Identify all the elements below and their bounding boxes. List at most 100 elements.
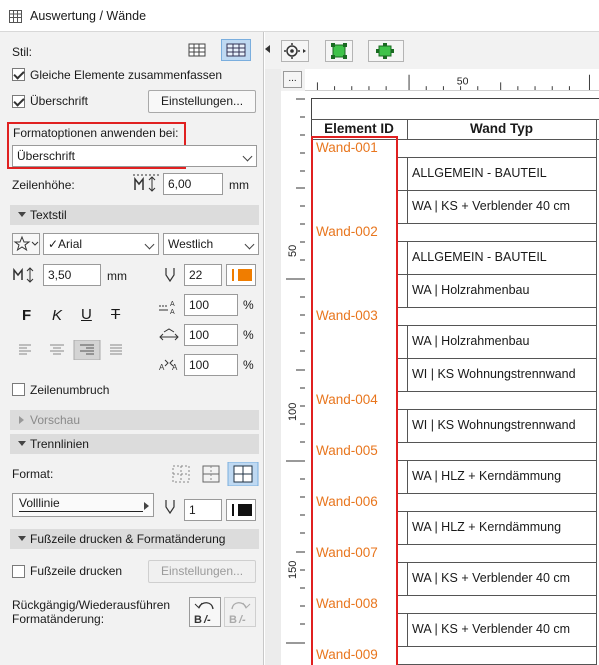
vorschau-section-header[interactable]: Vorschau (10, 410, 259, 430)
chevron-down-icon (244, 239, 255, 250)
trennlinien-section-label: Trennlinien (30, 437, 89, 451)
gleiche-elemente-checkbox[interactable] (12, 68, 25, 81)
pen-icon (165, 500, 175, 515)
undo-format-button[interactable]: B /- (189, 597, 221, 627)
title-bar: Auswertung / Wände (0, 0, 599, 32)
align-left-icon (19, 344, 31, 355)
column-header-wand-typ: Wand Typ (470, 121, 533, 136)
wand-typ-cell: WA | Holzrahmenbau (412, 283, 530, 297)
options-gear-button[interactable] (281, 40, 309, 62)
favorites-button[interactable] (12, 233, 40, 255)
wand-typ-cell: WA | HLZ + Kerndämmung (412, 520, 562, 534)
percent-label: % (243, 298, 254, 312)
collapse-panel-arrow-icon[interactable] (265, 45, 270, 53)
script-value: Westlich (168, 237, 214, 251)
wand-typ-cell: WA | Holzrahmenbau (412, 334, 530, 348)
grid-line (407, 358, 408, 391)
all-lines-icon (233, 465, 253, 483)
select-element-button[interactable] (325, 40, 353, 62)
grid-line (398, 157, 596, 158)
line-spacing-input[interactable]: 100 (184, 294, 238, 316)
grid-line (407, 511, 408, 544)
zeilenhoehe-input[interactable]: 6,00 (163, 173, 223, 195)
grid-line (398, 613, 596, 614)
svg-text:A: A (159, 363, 165, 372)
horizontal-lines-icon (202, 465, 220, 483)
zeilenumbruch-label: Zeilenumbruch (30, 383, 110, 397)
zeilenhoehe-label: Zeilenhöhe: (12, 178, 75, 192)
ruler-mark-50-h: 50 (457, 75, 469, 87)
script-dropdown[interactable]: Westlich (163, 233, 259, 255)
horizontal-ruler: 50 (305, 69, 599, 91)
strikethrough-button[interactable]: T (111, 306, 120, 323)
wand-typ-cell: WA | HLZ + Kerndämmung (412, 469, 562, 483)
width-factor-input[interactable]: 100 (184, 324, 238, 346)
line-type-dropdown[interactable]: Volllinie (12, 493, 154, 517)
italic-button[interactable]: K (52, 307, 62, 324)
line-preview (19, 511, 143, 512)
textstil-section-header[interactable]: Textstil (10, 205, 259, 225)
einstellungen-button[interactable]: Einstellungen... (148, 90, 256, 113)
ueberschrift-checkbox[interactable] (12, 95, 25, 108)
underline-button[interactable]: U (81, 306, 92, 323)
grid-line (398, 562, 596, 563)
alignment-buttons[interactable] (16, 340, 136, 360)
grid-line (398, 325, 596, 326)
formatoptionen-dropdown[interactable]: Überschrift (12, 145, 257, 167)
pen-color-swatch[interactable] (226, 264, 256, 286)
svg-text:B: B (194, 614, 202, 626)
text-size-input[interactable]: 3,50 (43, 264, 101, 286)
ruler-mark-50-v: 50 (287, 245, 299, 257)
highlight-box-element-id-column (311, 136, 398, 665)
grid-line (398, 358, 596, 359)
font-dropdown[interactable]: ✓Arial (43, 233, 159, 255)
gleiche-elemente-label: Gleiche Elemente zusammenfassen (30, 68, 223, 82)
einstellungen-footer-button[interactable]: Einstellungen... (148, 560, 256, 583)
fusszeile-checkbox[interactable] (12, 565, 25, 578)
fusszeile-section-header[interactable]: Fußzeile drucken & Formatänderung (10, 529, 259, 549)
format-label: Format: (12, 467, 54, 481)
svg-text:B: B (229, 614, 237, 626)
textstil-section-label: Textstil (30, 208, 67, 222)
stil-label: Stil: (12, 45, 33, 59)
redo-icon: B /- (229, 602, 251, 626)
line-pen-input[interactable]: 1 (184, 499, 222, 521)
char-spacing-input[interactable]: 100 (184, 354, 238, 376)
percent-label: % (243, 358, 254, 372)
grid-line (596, 119, 597, 665)
zeilenumbruch-checkbox[interactable] (12, 383, 25, 396)
svg-text:/-: /- (203, 614, 211, 626)
select-frame-icon (331, 43, 347, 59)
grid-style-icon (226, 43, 246, 57)
text-size-unit: mm (107, 269, 127, 283)
preview-toolbar (265, 32, 599, 69)
percent-label: % (243, 328, 254, 342)
grid-line (407, 613, 408, 646)
style-list-button[interactable] (184, 40, 210, 60)
chevron-down-icon (242, 151, 253, 162)
svg-text:/-: /- (238, 614, 246, 626)
line-spacing-icon: A A (159, 301, 175, 316)
pen-input[interactable]: 22 (184, 264, 222, 286)
grid-line (407, 190, 408, 223)
undo-label-line1: Rückgängig/Wiederausführen (12, 598, 171, 612)
window-title: Auswertung / Wände (30, 9, 147, 23)
fusszeile-label: Fußzeile drucken (30, 564, 123, 578)
line-pen-color-swatch[interactable] (226, 499, 256, 521)
grid-line (398, 544, 596, 545)
grid-line (398, 460, 596, 461)
grid-line (398, 241, 596, 242)
wand-typ-cell: ALLGEMEIN - BAUTEIL (412, 166, 547, 180)
redo-format-button[interactable]: B /- (224, 597, 256, 627)
text-size-icon (13, 267, 34, 283)
style-grid-button[interactable] (221, 39, 251, 61)
ruler-options-button[interactable]: ... (283, 71, 302, 88)
vorschau-section-label: Vorschau (30, 413, 81, 427)
wand-typ-cell: WA | KS + Verblender 40 cm (412, 571, 571, 585)
separator-format-buttons[interactable] (170, 462, 260, 486)
select-all-button[interactable] (368, 40, 404, 62)
formatoptionen-label: Formatoptionen anwenden bei: (13, 126, 179, 140)
trennlinien-section-header[interactable]: Trennlinien (10, 434, 259, 454)
bold-button[interactable]: F (22, 307, 31, 324)
grid-line (398, 307, 596, 308)
